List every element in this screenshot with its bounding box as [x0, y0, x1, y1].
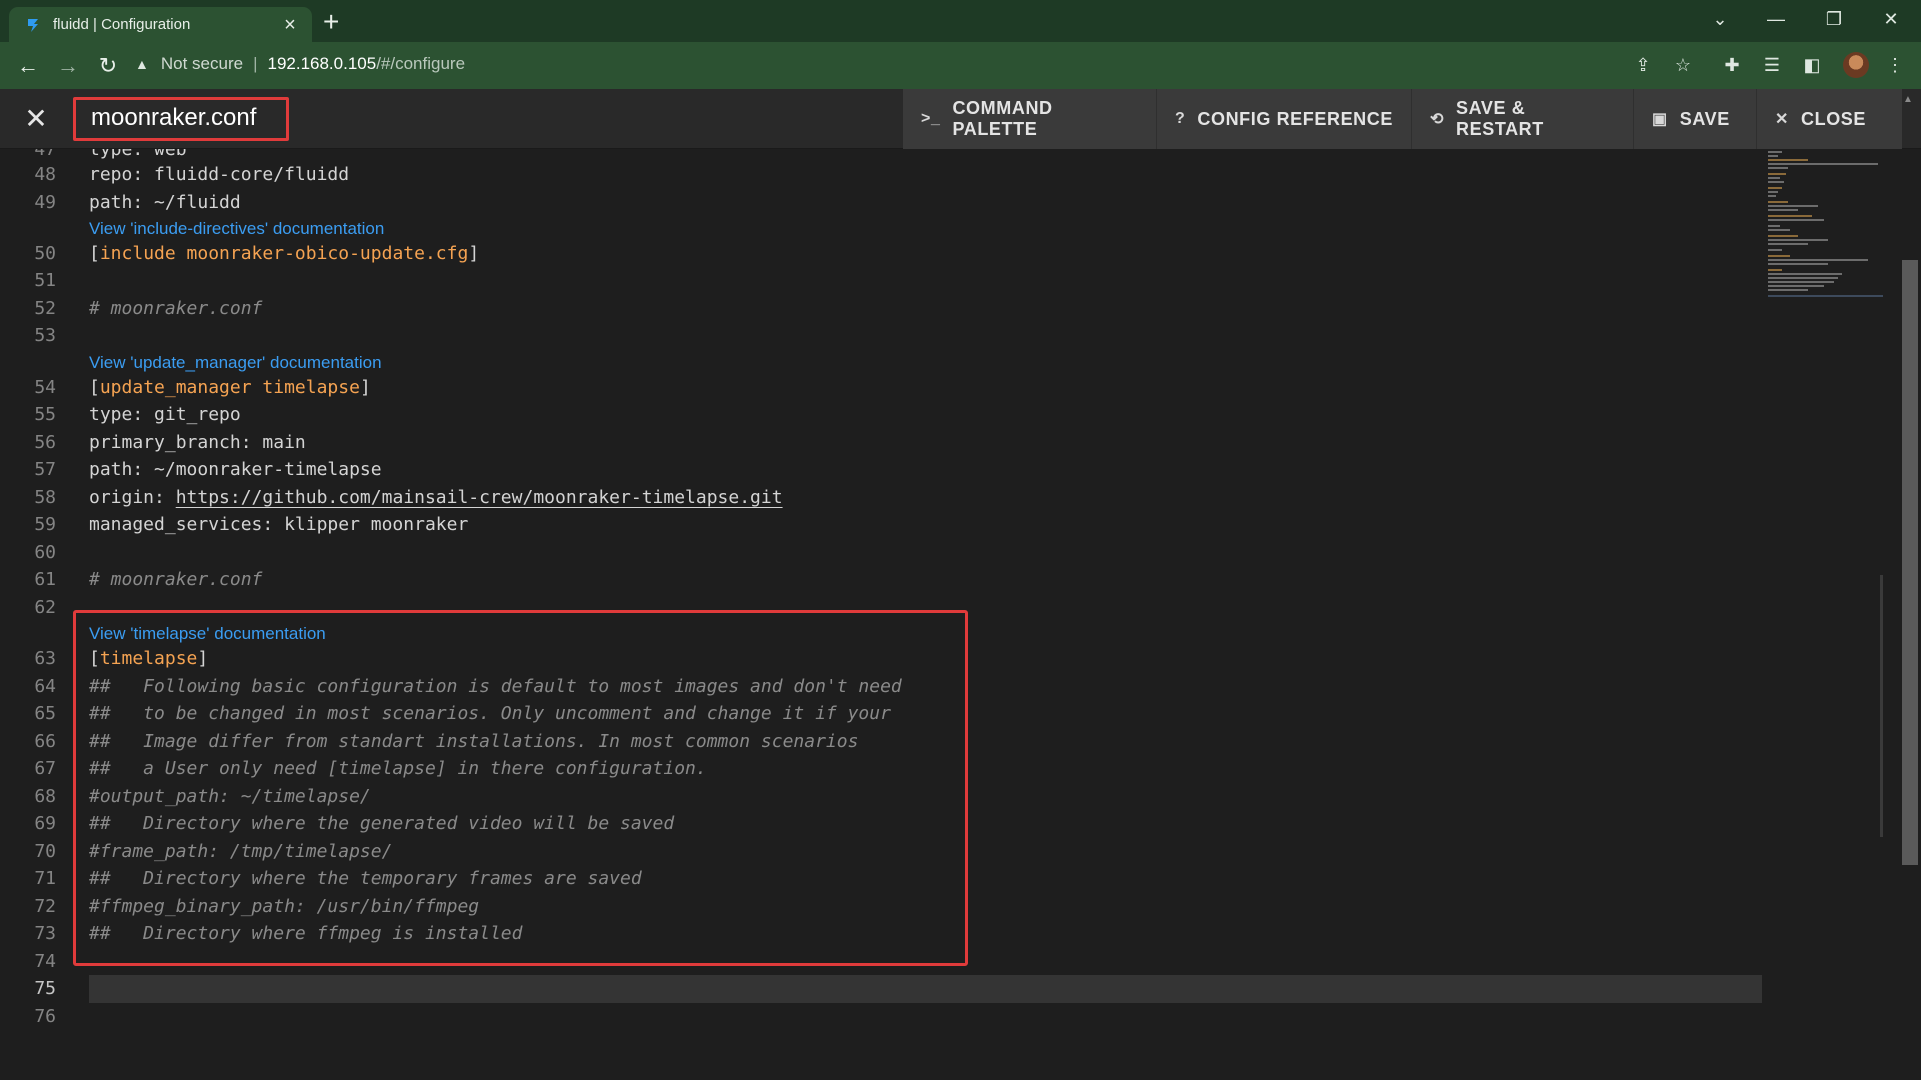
window-close-button[interactable]: ✕ — [1868, 6, 1914, 32]
code-line: 52 # moonraker.conf — [34, 298, 263, 319]
close-icon[interactable]: × — [280, 15, 300, 35]
code-line: 50 [include moonraker-obico-update.cfg] — [34, 243, 480, 264]
forward-button[interactable]: → — [54, 52, 82, 80]
browser-tab[interactable]: fluidd | Configuration × — [9, 7, 312, 42]
media-queue-icon[interactable]: ☰ — [1759, 52, 1785, 78]
puzzle-icon[interactable]: ✚ — [1719, 52, 1745, 78]
arrow-left-icon: ← — [17, 53, 39, 78]
close-label: CLOSE — [1801, 108, 1867, 129]
code-line: 61 # moonraker.conf — [34, 569, 263, 590]
terminal-prompt-icon: >_ — [921, 110, 941, 127]
url-path: /#/configure — [376, 54, 466, 73]
address-bar[interactable]: ▲ Not secure | 192.168.0.105/#/configure — [135, 50, 465, 78]
annotation-highlight-timelapse — [73, 610, 968, 966]
save-restart-button[interactable]: ⟲ SAVE & RESTART — [1412, 89, 1634, 149]
close-editor-button[interactable]: ✕ — [20, 103, 52, 135]
config-reference-label: CONFIG REFERENCE — [1197, 108, 1393, 129]
not-secure-label: Not secure — [160, 54, 244, 73]
save-restart-label: SAVE & RESTART — [1456, 98, 1544, 139]
star-icon[interactable]: ☆ — [1670, 52, 1696, 78]
kebab-menu-icon[interactable]: ⋮ — [1882, 52, 1908, 78]
save-label: SAVE — [1679, 108, 1730, 129]
code-line: 58 origin: https://github.com/mainsail-c… — [34, 487, 783, 508]
restore-button[interactable]: ❐ — [1811, 6, 1857, 32]
close-icon: ✕ — [1883, 9, 1899, 29]
chevron-down-icon: ⌄ — [1712, 9, 1728, 29]
code-line: 56 primary_branch: main — [34, 432, 306, 453]
code-line: 60 — [34, 542, 56, 563]
config-reference-button[interactable]: ? CONFIG REFERENCE — [1157, 89, 1412, 149]
save-button[interactable]: ▣ SAVE — [1634, 89, 1757, 149]
origin-url-link[interactable]: https://github.com/mainsail-crew/moonrak… — [176, 487, 783, 508]
scroll-up-icon[interactable]: ▲ — [1903, 94, 1913, 105]
restart-icon: ⟲ — [1430, 111, 1445, 128]
floppy-disk-icon: ▣ — [1652, 111, 1668, 128]
code-line: 51 — [34, 270, 56, 291]
avatar[interactable] — [1843, 52, 1869, 78]
file-name: moonraker.conf — [91, 104, 257, 131]
arrow-right-icon: → — [57, 53, 79, 78]
url-host: 192.168.0.105 — [267, 54, 377, 73]
code-line: 49 path: ~/fluidd — [34, 192, 241, 213]
back-button[interactable]: ← — [14, 52, 42, 80]
code-editor[interactable]: 47 type: web 48 repo: fluidd-core/fluidd… — [0, 149, 1883, 1080]
code-line: 59 managed_services: klipper moonraker — [34, 514, 469, 535]
close-icon: ✕ — [24, 103, 48, 134]
close-button[interactable]: ✕ CLOSE — [1757, 89, 1902, 149]
close-icon: ✕ — [1775, 111, 1790, 128]
reload-button[interactable]: ↻ — [94, 52, 122, 80]
tab-title: fluidd | Configuration — [53, 16, 191, 33]
code-line: 76 — [34, 1006, 56, 1027]
new-tab-button[interactable]: + — [323, 8, 339, 36]
fluidd-logo-icon — [25, 17, 41, 33]
editor-actions: >_ COMMAND PALETTE ? CONFIG REFERENCE ⟲ … — [903, 89, 1902, 149]
tab-search-button[interactable]: ⌄ — [1697, 6, 1743, 32]
restore-icon: ❐ — [1825, 9, 1843, 29]
update-manager-doc-link[interactable]: View 'update_manager' documentation — [89, 352, 382, 374]
code-line: 55 type: git_repo — [34, 404, 241, 425]
omnibox-separator: | — [253, 54, 258, 73]
code-line: 48 repo: fluidd-core/fluidd — [34, 164, 350, 185]
share-icon[interactable]: ⇪ — [1630, 52, 1656, 78]
browser-tab-strip: fluidd | Configuration × + ⌄ — ❐ ✕ — [0, 0, 1921, 42]
command-palette-label: COMMAND PALETTE — [952, 98, 1053, 139]
plus-icon: + — [323, 6, 340, 37]
reload-icon: ↻ — [98, 53, 118, 78]
help-circle-icon: ? — [1175, 110, 1186, 127]
minimize-button[interactable]: — — [1753, 6, 1799, 32]
side-panel-icon[interactable]: ◧ — [1799, 52, 1825, 78]
command-palette-button[interactable]: >_ COMMAND PALETTE — [903, 89, 1157, 149]
warning-triangle-icon: ▲ — [135, 56, 149, 72]
code-line: 53 — [34, 325, 56, 346]
editor-minimap[interactable] — [1766, 149, 1883, 309]
minimize-icon: — — [1767, 9, 1785, 29]
code-line: 54 [update_manager timelapse] — [34, 377, 371, 398]
code-line: 57 path: ~/moonraker-timelapse — [34, 459, 382, 480]
page-scrollbar-thumb[interactable] — [1902, 260, 1918, 865]
editor-header: ✕ moonraker.conf >_ COMMAND PALETTE ? CO… — [0, 89, 1921, 149]
code-line-current: 75 — [34, 978, 56, 999]
include-directives-doc-link[interactable]: View 'include-directives' documentation — [89, 218, 384, 240]
